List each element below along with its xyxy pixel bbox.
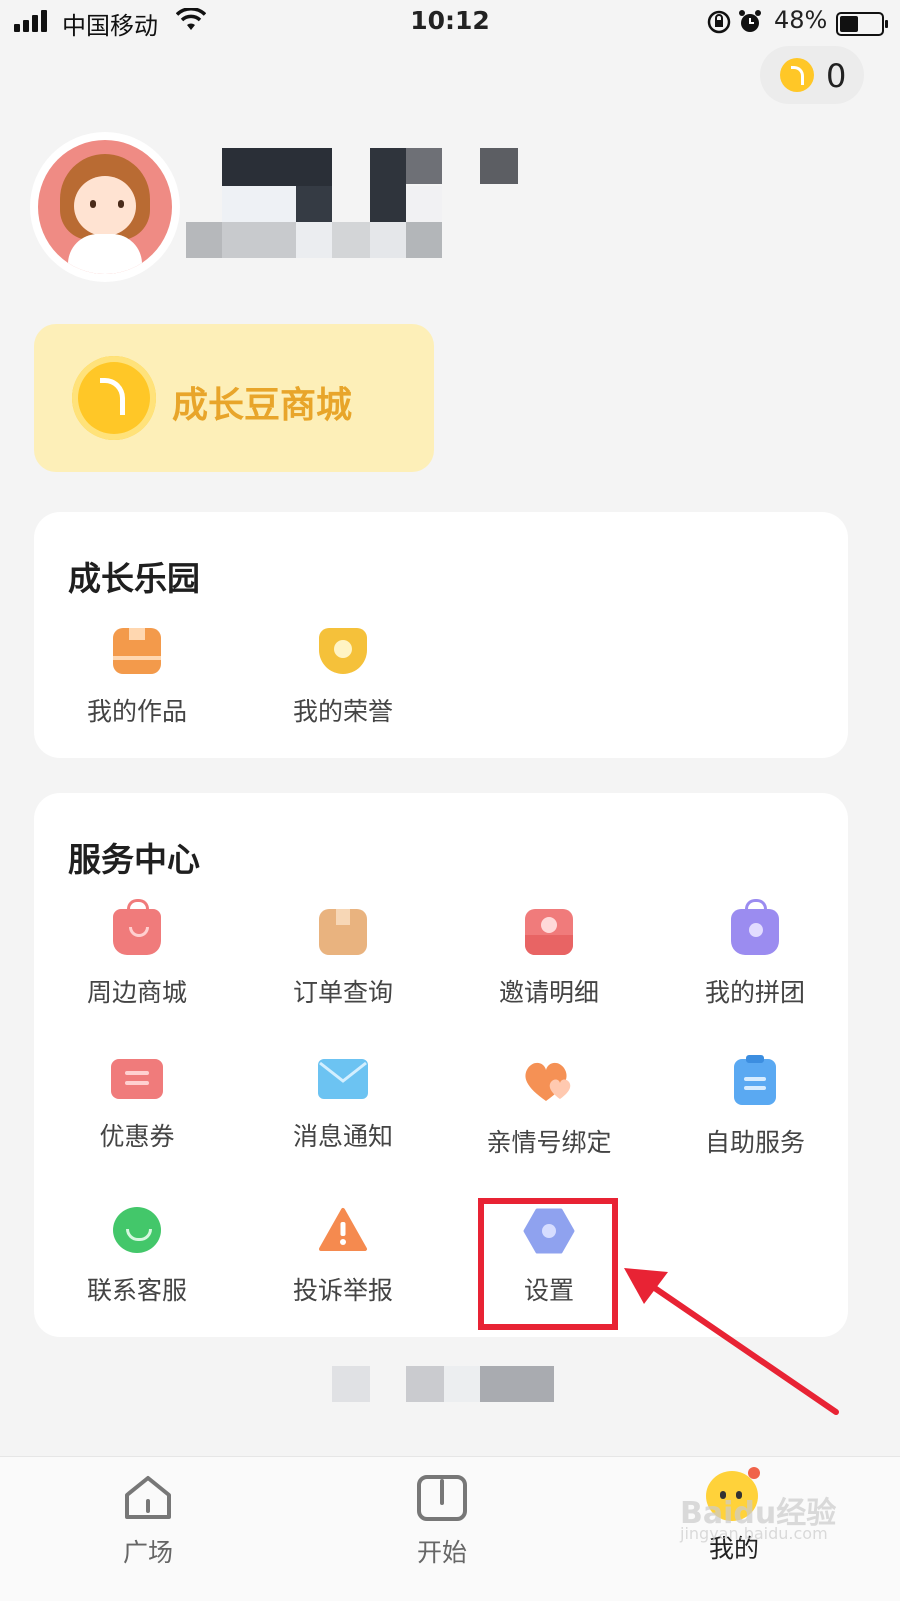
home-icon xyxy=(125,1476,171,1519)
my-honors-item[interactable]: 我的荣誉 xyxy=(240,628,446,728)
battery-percentage: 48% xyxy=(774,6,828,34)
item-label: 消息通知 xyxy=(292,1122,393,1151)
my-works-item[interactable]: 我的作品 xyxy=(34,628,240,728)
complaint-report-item[interactable]: 投诉举报 xyxy=(240,1207,446,1307)
coin-count: 0 xyxy=(826,57,847,95)
warning-icon xyxy=(319,1207,367,1253)
shop-banner-label: 成长豆商城 xyxy=(172,385,353,426)
mail-icon xyxy=(318,1059,368,1099)
battery-icon xyxy=(836,12,888,36)
rotation-lock-icon xyxy=(707,10,731,34)
works-icon xyxy=(113,628,161,674)
item-label: 我的拼团 xyxy=(704,978,805,1007)
invite-icon xyxy=(525,909,573,955)
merch-shop-item[interactable]: 周边商城 xyxy=(34,899,240,1009)
item-label: 订单查询 xyxy=(292,978,393,1007)
growth-bean-coin-icon xyxy=(72,356,156,440)
self-service-item[interactable]: 自助服务 xyxy=(652,1055,858,1159)
item-label: 联系客服 xyxy=(86,1276,187,1305)
item-label: 我的荣誉 xyxy=(292,697,393,726)
growth-park-card: 成长乐园 我的作品 我的荣誉 xyxy=(34,512,848,758)
alarm-icon xyxy=(739,10,761,32)
group-buy-item[interactable]: 我的拼团 xyxy=(652,899,858,1009)
highlight-box xyxy=(478,1198,618,1330)
item-label: 我的作品 xyxy=(86,697,187,726)
status-bar: 中国移动 10:12 48% xyxy=(0,0,900,46)
chat-icon xyxy=(113,1207,161,1253)
coupons-item[interactable]: 优惠券 xyxy=(34,1059,240,1153)
group-buy-icon xyxy=(731,899,779,955)
nav-label: 广场 xyxy=(122,1538,173,1567)
book-icon xyxy=(417,1475,467,1521)
service-center-title: 服务中心 xyxy=(68,840,200,879)
honor-icon xyxy=(319,628,367,674)
growth-park-title: 成长乐园 xyxy=(68,559,200,598)
watermark-url: jingyan.baidu.com xyxy=(680,1524,828,1543)
shopping-bag-icon xyxy=(113,899,161,955)
heart-icon xyxy=(525,1059,573,1105)
clock: 10:12 xyxy=(410,6,490,35)
coupon-icon xyxy=(111,1059,163,1099)
invite-details-item[interactable]: 邀请明细 xyxy=(446,909,652,1009)
growth-bean-coin-icon xyxy=(780,58,814,92)
nav-plaza[interactable]: 广场 xyxy=(78,1473,218,1569)
item-label: 邀请明细 xyxy=(498,978,599,1007)
contact-support-item[interactable]: 联系客服 xyxy=(34,1207,240,1307)
clipboard-icon xyxy=(734,1055,776,1105)
annotation-arrow-icon xyxy=(624,1268,839,1415)
order-box-icon xyxy=(319,909,367,955)
avatar-image xyxy=(38,140,172,274)
order-query-item[interactable]: 订单查询 xyxy=(240,909,446,1009)
item-label: 优惠券 xyxy=(99,1122,175,1151)
service-center-card: 服务中心 周边商城 订单查询 邀请明细 我的拼团 优惠券 消息通知 亲情号绑定 … xyxy=(34,793,848,1337)
family-binding-item[interactable]: 亲情号绑定 xyxy=(446,1059,652,1159)
nav-label: 开始 xyxy=(416,1538,467,1567)
item-label: 投诉举报 xyxy=(292,1276,393,1305)
notifications-item[interactable]: 消息通知 xyxy=(240,1059,446,1153)
nav-start[interactable]: 开始 xyxy=(372,1473,512,1569)
item-label: 周边商城 xyxy=(86,978,187,1007)
item-label: 亲情号绑定 xyxy=(486,1128,612,1157)
item-label: 自助服务 xyxy=(704,1128,805,1157)
